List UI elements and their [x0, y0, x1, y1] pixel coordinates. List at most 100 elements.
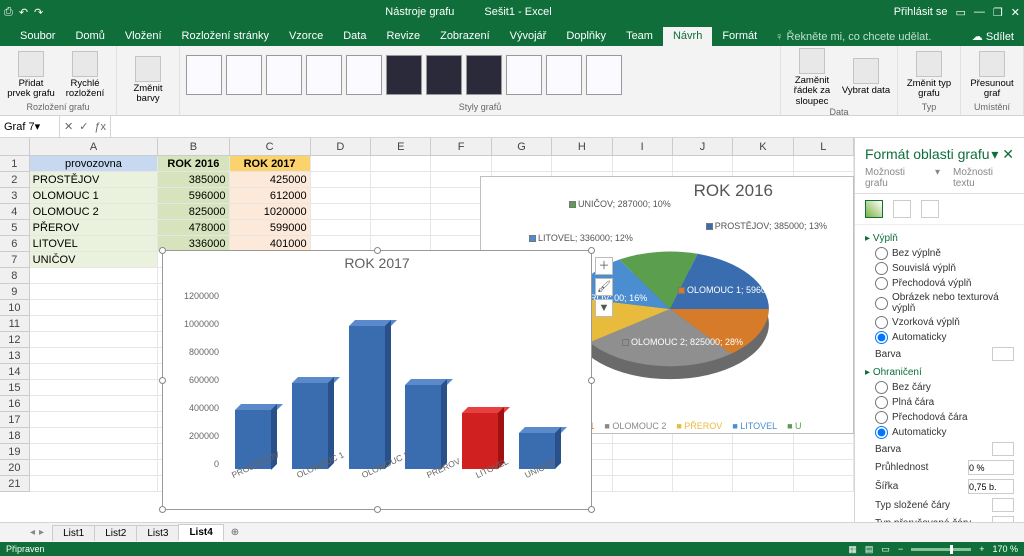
view-page-icon[interactable]: ▤ [865, 544, 874, 555]
col-J[interactable]: J [673, 138, 733, 156]
add-chart-element-button[interactable]: Přidat prvek grafu [6, 51, 56, 100]
border-section-header[interactable]: ▸ Ohraničení [865, 367, 1014, 378]
col-I[interactable]: I [613, 138, 673, 156]
col-K[interactable]: K [733, 138, 793, 156]
chart-filter-button[interactable]: ▼ [595, 299, 613, 317]
zoom-level[interactable]: 170 % [992, 544, 1018, 554]
tab-doplnky[interactable]: Doplňky [556, 27, 616, 46]
save-icon[interactable]: ⎙ [4, 6, 13, 19]
sheet-nav-next[interactable]: ▸ [39, 527, 44, 538]
cell-B1[interactable]: ROK 2016 [158, 156, 229, 172]
col-B[interactable]: B [158, 138, 229, 156]
bar-plot-area[interactable]: 4250006120001020000599000401000259000 [223, 291, 563, 469]
view-normal-icon[interactable]: ▦ [848, 544, 857, 555]
tab-rozlozeni[interactable]: Rozložení stránky [172, 27, 279, 46]
bar-chart-title[interactable]: ROK 2017 [163, 251, 591, 271]
new-sheet-button[interactable]: ⊕ [223, 525, 247, 540]
zoom-slider[interactable] [911, 548, 971, 551]
pane-chart-options[interactable]: Možnosti grafu [865, 167, 927, 189]
col-C[interactable]: C [230, 138, 311, 156]
chart-styles-gallery[interactable] [186, 48, 774, 102]
tell-me-search[interactable]: ♀ Řekněte mi, co chcete udělat. [767, 28, 939, 46]
select-data-button[interactable]: Vybrat data [841, 58, 891, 96]
change-colors-button[interactable]: Změnit barvy [123, 56, 173, 105]
quick-layout-button[interactable]: Rychlé rozložení [60, 51, 110, 100]
signin-link[interactable]: Přihlásit se [894, 6, 948, 18]
sheet-tab-list4[interactable]: List4 [178, 524, 223, 541]
status-ready: Připraven [6, 544, 45, 554]
pane-text-options[interactable]: Možnosti textu [953, 167, 1014, 189]
tab-vzorce[interactable]: Vzorce [279, 27, 333, 46]
compound-type-picker[interactable] [992, 498, 1014, 512]
sheet-nav-prev[interactable]: ◂ [30, 527, 35, 538]
transparency-input[interactable] [968, 460, 1014, 475]
formula-input[interactable] [111, 116, 1024, 137]
maximize-icon[interactable]: ❐ [993, 6, 1003, 19]
col-F[interactable]: F [431, 138, 491, 156]
zoom-out-icon[interactable]: − [898, 544, 903, 554]
tab-data[interactable]: Data [333, 27, 376, 46]
bar-chart-rok2017[interactable]: ＋ 🖌 ▼ ROK 2017 1200000100000080000060000… [162, 250, 592, 510]
fill-none-radio[interactable] [875, 247, 888, 260]
sheet-tab-list2[interactable]: List2 [94, 525, 137, 541]
pane-tab-effects-icon[interactable] [893, 200, 911, 218]
change-chart-type-button[interactable]: Změnit typ grafu [904, 51, 954, 100]
tab-format[interactable]: Formát [712, 27, 767, 46]
tab-navrh[interactable]: Návrh [663, 27, 712, 46]
tab-soubor[interactable]: Soubor [10, 27, 65, 46]
tab-domu[interactable]: Domů [65, 27, 114, 46]
undo-icon[interactable]: ↶ [19, 6, 28, 19]
tab-zobrazeni[interactable]: Zobrazení [430, 27, 500, 46]
switch-row-column-button[interactable]: Zaměnit řádek za sloupec [787, 48, 837, 107]
col-D[interactable]: D [311, 138, 371, 156]
border-none-radio[interactable] [875, 381, 888, 394]
select-all-corner[interactable] [0, 138, 30, 156]
pane-menu-icon[interactable]: ▾ [991, 146, 998, 162]
fill-gradient-radio[interactable] [875, 277, 888, 290]
col-H[interactable]: H [552, 138, 612, 156]
col-A[interactable]: A [30, 138, 159, 156]
chart-elements-button[interactable]: ＋ [595, 257, 613, 275]
pane-tab-size-icon[interactable] [921, 200, 939, 218]
enter-fx-icon[interactable]: ✓ [79, 120, 88, 133]
worksheet-grid[interactable]: A B C D E F G H I J K L 1 provozovna ROK… [0, 138, 854, 532]
name-box[interactable]: Graf 7 ▾ [0, 116, 60, 137]
formula-bar: Graf 7 ▾ ✕ ✓ ƒx [0, 116, 1024, 138]
move-chart-button[interactable]: Přesunout graf [967, 51, 1017, 100]
fill-section-header[interactable]: ▸ Výplň [865, 233, 1014, 244]
width-input[interactable] [968, 479, 1014, 494]
fill-picture-radio[interactable] [875, 297, 888, 310]
chart-styles-button[interactable]: 🖌 [595, 278, 613, 296]
col-E[interactable]: E [371, 138, 431, 156]
cell-C1[interactable]: ROK 2017 [230, 156, 311, 172]
pane-tab-fill-icon[interactable] [865, 200, 883, 218]
view-break-icon[interactable]: ▭ [881, 544, 890, 555]
tab-vyvojar[interactable]: Vývojář [500, 27, 557, 46]
pane-close-icon[interactable]: ✕ [1002, 146, 1014, 162]
ribbon: Přidat prvek grafu Rychlé rozložení Rozl… [0, 46, 1024, 116]
sheet-tab-list3[interactable]: List3 [136, 525, 179, 541]
sheet-tab-list1[interactable]: List1 [52, 525, 95, 541]
fill-solid-radio[interactable] [875, 262, 888, 275]
fill-color-picker[interactable] [992, 347, 1014, 361]
border-gradient-radio[interactable] [875, 411, 888, 424]
col-G[interactable]: G [492, 138, 552, 156]
fill-pattern-radio[interactable] [875, 316, 888, 329]
col-L[interactable]: L [794, 138, 854, 156]
tab-vlozeni[interactable]: Vložení [115, 27, 172, 46]
border-solid-radio[interactable] [875, 396, 888, 409]
ribbon-options-icon[interactable]: ▭ [956, 6, 966, 19]
border-color-picker[interactable] [992, 442, 1014, 456]
fx-icon[interactable]: ƒx [94, 121, 106, 133]
minimize-icon[interactable]: — [974, 6, 985, 18]
cancel-fx-icon[interactable]: ✕ [64, 120, 73, 133]
tab-revize[interactable]: Revize [376, 27, 430, 46]
redo-icon[interactable]: ↷ [34, 6, 43, 19]
zoom-in-icon[interactable]: + [979, 544, 984, 554]
border-auto-radio[interactable] [875, 426, 888, 439]
cell-A1[interactable]: provozovna [30, 156, 159, 172]
close-icon[interactable]: ✕ [1011, 6, 1020, 19]
tab-team[interactable]: Team [616, 27, 663, 46]
share-button[interactable]: ☁ Sdílet [962, 27, 1024, 46]
fill-auto-radio[interactable] [875, 331, 888, 344]
